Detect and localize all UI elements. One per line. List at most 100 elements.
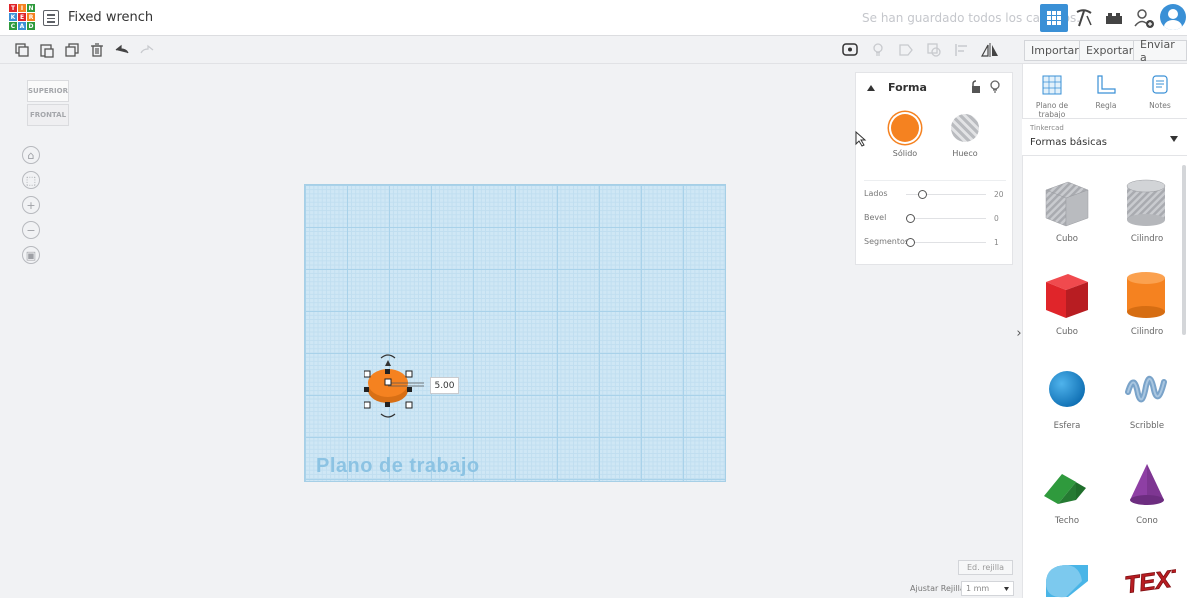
notes-icon	[1152, 75, 1168, 94]
add-user-icon	[1134, 9, 1154, 28]
align-button[interactable]	[952, 40, 972, 60]
box-shape[interactable]	[1040, 268, 1094, 322]
shape-label: Scribble	[1129, 421, 1165, 431]
cone-shape[interactable]	[1120, 456, 1174, 510]
logo-letter: E	[18, 13, 26, 21]
mirror-button[interactable]	[980, 40, 1000, 60]
ungroup-icon	[927, 43, 941, 57]
copy-button[interactable]	[12, 40, 32, 60]
edit-grid-button[interactable]: Ed. rejilla	[958, 560, 1014, 575]
notes-tool[interactable]: Notes	[1137, 74, 1183, 110]
import-button[interactable]: Importar	[1024, 40, 1086, 61]
view-cube[interactable]: SUPERIOR FRONTAL	[27, 80, 69, 126]
lock-icon[interactable]	[970, 80, 982, 94]
edit-toolbar: Importar Exportar Enviar a	[0, 36, 1187, 64]
property-label: Lados	[864, 189, 888, 198]
dimension-input[interactable]: 5.00	[430, 377, 459, 394]
top-bar: T I N K E R C A D Fixed wrench Se han gu…	[0, 0, 1187, 36]
solid-color-swatch[interactable]	[891, 114, 919, 142]
comment-eye-icon	[842, 43, 858, 56]
ruler-tool[interactable]: Regla	[1083, 74, 1129, 110]
scribble-shape[interactable]	[1120, 362, 1174, 416]
property-slider-track[interactable]	[906, 218, 986, 219]
home-view-button[interactable]: ⌂	[22, 146, 40, 164]
undo-button[interactable]	[112, 40, 132, 60]
shape-label: Cilindro	[1130, 234, 1164, 244]
notes-toggle-button[interactable]	[840, 40, 860, 60]
hole-swatch[interactable]	[951, 114, 979, 142]
group-button[interactable]	[896, 40, 916, 60]
fit-icon: ⬚	[25, 173, 37, 187]
notes-tool-label: Notes	[1149, 101, 1171, 110]
property-slider-knob[interactable]	[918, 190, 927, 199]
perspective-button[interactable]: ▣	[22, 246, 40, 264]
shape-label: Cono	[1136, 516, 1158, 526]
invite-user-button[interactable]	[1130, 4, 1158, 32]
property-slider-track[interactable]	[906, 242, 986, 243]
logo-letter: K	[9, 13, 17, 21]
paste-button[interactable]	[37, 40, 57, 60]
light-button[interactable]	[868, 40, 888, 60]
collapse-arrow-icon[interactable]	[866, 84, 876, 92]
bricks-button[interactable]	[1100, 4, 1128, 32]
dropdown-arrow-icon	[1170, 136, 1178, 142]
property-slider-knob[interactable]	[906, 214, 915, 223]
shape-label: Cubo	[1056, 234, 1078, 244]
shape-inspector: Forma Sólido Hueco Lados 20 Bevel 0 Segmento…	[855, 72, 1013, 265]
roof-shape[interactable]	[1040, 456, 1094, 510]
shape-label: Cilindro	[1130, 327, 1164, 337]
lightbulb-visibility-icon[interactable]	[989, 80, 1001, 94]
library-value: Formas básicas	[1030, 137, 1108, 148]
shape-library-select[interactable]: Tinkercad Formas básicas	[1022, 118, 1187, 156]
tinkercad-logo[interactable]: T I N K E R C A D	[9, 4, 35, 32]
selected-cylinder[interactable]	[363, 352, 430, 422]
workplane-tool[interactable]: Plano de trabajo	[1029, 74, 1075, 119]
logo-letter: C	[9, 22, 17, 30]
snap-grid-value: 1 mm	[966, 584, 990, 593]
property-slider-knob[interactable]	[906, 238, 915, 247]
duplicate-button[interactable]	[62, 40, 82, 60]
view-cube-front[interactable]: FRONTAL	[27, 104, 69, 126]
zoom-in-button[interactable]: +	[22, 196, 40, 214]
delete-button[interactable]	[87, 40, 107, 60]
user-avatar[interactable]	[1160, 4, 1186, 30]
sphere-shape[interactable]	[1040, 362, 1094, 416]
design-list-icon[interactable]	[43, 10, 59, 26]
trash-icon	[91, 43, 103, 57]
3d-view-button[interactable]	[1040, 4, 1068, 32]
zoom-out-button[interactable]: −	[22, 221, 40, 239]
property-value[interactable]: 0	[994, 214, 999, 223]
cylinder-hole-shape[interactable]	[1120, 176, 1174, 230]
view-cube-top[interactable]: SUPERIOR	[27, 80, 69, 102]
logo-letter: T	[9, 4, 17, 12]
export-button[interactable]: Exportar	[1079, 40, 1141, 61]
logo-letter: D	[27, 22, 35, 30]
ruler-tool-label: Regla	[1095, 101, 1117, 110]
property-value[interactable]: 20	[994, 190, 1004, 199]
snap-grid-select[interactable]: 1 mm	[961, 581, 1014, 596]
property-value[interactable]: 1	[994, 238, 999, 247]
library-scrollbar[interactable]	[1182, 165, 1186, 335]
redo-button[interactable]	[137, 40, 157, 60]
build-button[interactable]	[1070, 4, 1098, 32]
design-title[interactable]: Fixed wrench	[68, 10, 153, 25]
text-shape-label: TEXT	[1123, 564, 1176, 598]
paste-icon	[40, 44, 54, 58]
cylinder-shape-tile[interactable]	[1120, 268, 1174, 322]
workplane-icon	[1042, 75, 1062, 95]
fit-view-button[interactable]: ⬚	[22, 171, 40, 189]
hole-label: Hueco	[952, 149, 978, 158]
half-cylinder-shape[interactable]	[1040, 555, 1094, 598]
ungroup-button[interactable]	[924, 40, 944, 60]
send-to-button[interactable]: Enviar a	[1133, 38, 1187, 64]
cylinder-shape	[363, 354, 430, 418]
workplane[interactable]	[304, 184, 726, 482]
logo-letter: N	[27, 4, 35, 12]
box-hole-shape[interactable]	[1040, 176, 1094, 230]
inspector-title: Forma	[888, 81, 927, 94]
undo-icon	[115, 44, 129, 54]
shape-label: Cubo	[1056, 327, 1078, 337]
redo-icon	[140, 44, 154, 54]
home-icon: ⌂	[27, 148, 35, 162]
text-shape[interactable]: TEXT	[1120, 558, 1176, 598]
